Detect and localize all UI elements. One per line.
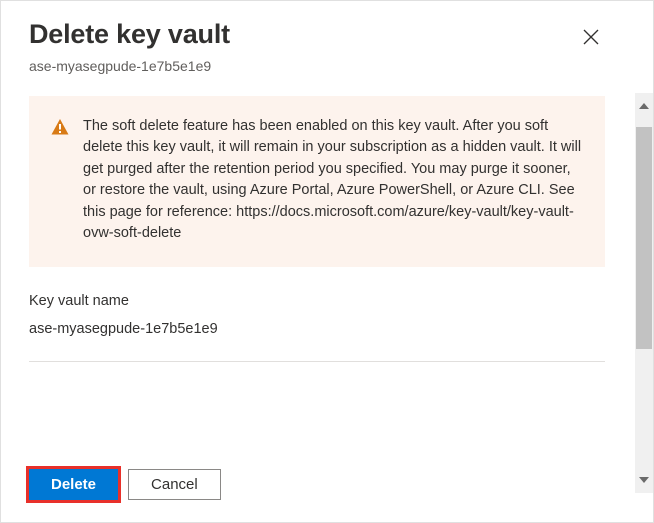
- close-button[interactable]: [577, 23, 605, 54]
- key-vault-name-label: Key vault name: [29, 293, 605, 309]
- cancel-button[interactable]: Cancel: [128, 469, 221, 500]
- warning-message: The soft delete feature has been enabled…: [83, 116, 583, 245]
- panel-subtitle: ase-myasegpude-1e7b5e1e9: [29, 58, 605, 74]
- scrollbar-thumb[interactable]: [636, 127, 652, 349]
- scrollbar-down-arrow[interactable]: [636, 471, 652, 489]
- panel-header: Delete key vault: [29, 19, 605, 54]
- close-icon: [583, 33, 599, 48]
- scrollbar-up-arrow[interactable]: [636, 97, 652, 115]
- panel-title: Delete key vault: [29, 19, 230, 50]
- warning-box: The soft delete feature has been enabled…: [29, 96, 605, 267]
- delete-button[interactable]: Delete: [29, 469, 118, 500]
- scrollbar[interactable]: [635, 93, 653, 493]
- delete-key-vault-panel: Delete key vault ase-myasegpude-1e7b5e1e…: [1, 1, 629, 522]
- warning-icon: [51, 118, 69, 245]
- divider: [29, 361, 605, 362]
- button-row: Delete Cancel: [29, 469, 605, 502]
- key-vault-name-value: ase-myasegpude-1e7b5e1e9: [29, 321, 605, 337]
